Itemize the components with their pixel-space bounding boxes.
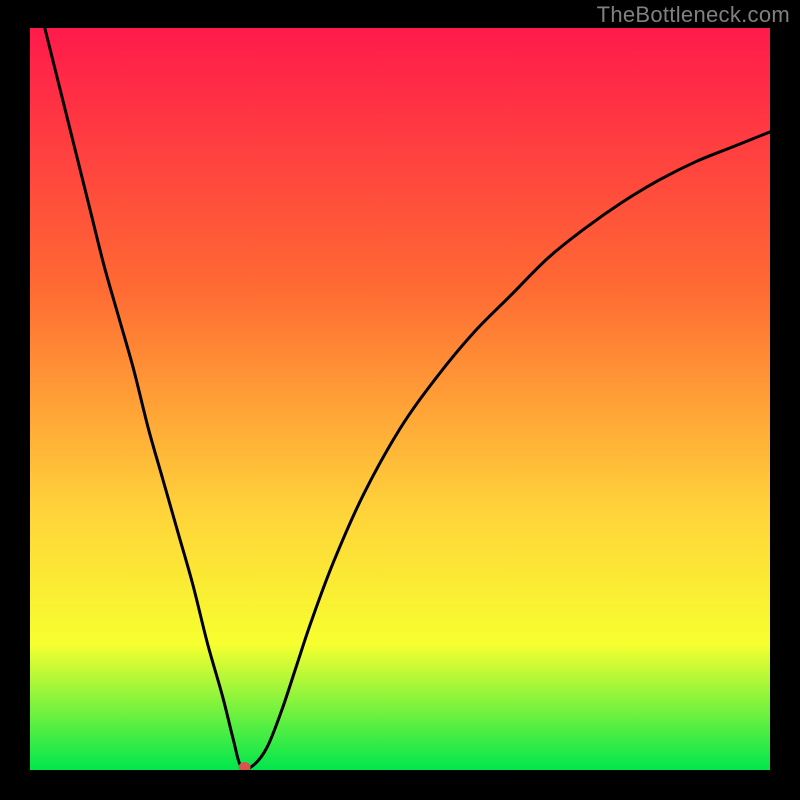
watermark-text: TheBottleneck.com: [597, 2, 790, 28]
bottleneck-chart: [30, 28, 770, 770]
chart-stage: TheBottleneck.com: [0, 0, 800, 800]
